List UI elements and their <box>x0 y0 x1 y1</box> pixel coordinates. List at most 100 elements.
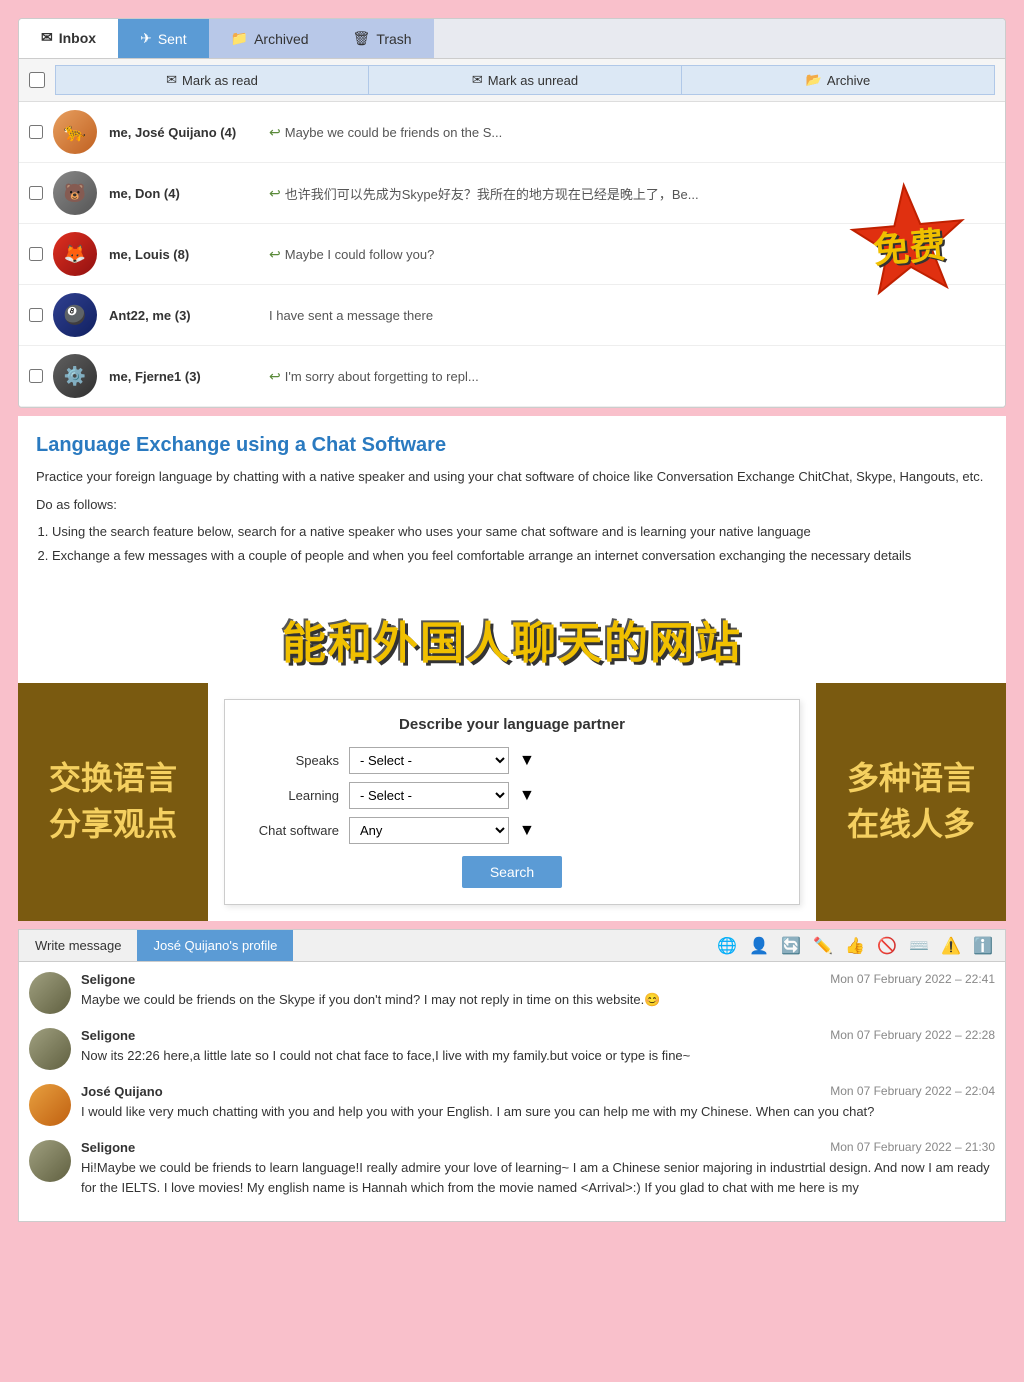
chat-tabs: Write message José Quijano's profile 🌐 👤… <box>19 930 1005 962</box>
tab-archived[interactable]: 📁 Archived <box>209 19 331 58</box>
mark-as-unread-button[interactable]: ✉ Mark as unread <box>368 65 681 95</box>
message-sender: me, Don (4) <box>109 186 269 201</box>
message-preview: ↩ Maybe we could be friends on the S... <box>269 124 502 141</box>
speaks-arrow-icon: ▼ <box>519 752 535 770</box>
chat-meta: Seligone Mon 07 February 2022 – 22:41 <box>81 972 995 987</box>
message-sender: me, José Quijano (4) <box>109 125 269 140</box>
reply-icon: ↩ <box>269 185 281 202</box>
chat-avatar <box>29 1084 71 1126</box>
chat-avatar <box>29 1140 71 1182</box>
speaks-select[interactable]: - Select - <box>349 747 509 774</box>
message-checkbox[interactable] <box>29 308 43 322</box>
chat-sender: José Quijano <box>81 1084 163 1099</box>
tab-inbox[interactable]: ✉ Inbox <box>19 19 118 58</box>
chat-timestamp: Mon 07 February 2022 – 22:04 <box>830 1084 995 1099</box>
user-icon[interactable]: 👤 <box>745 932 773 960</box>
message-checkbox[interactable] <box>29 125 43 139</box>
archived-icon: 📁 <box>231 30 248 47</box>
table-row[interactable]: ⚙️ me, Fjerne1 (3) ↩ I'm sorry about for… <box>19 346 1005 407</box>
list-item: Seligone Mon 07 February 2022 – 22:28 No… <box>29 1028 995 1070</box>
avatar: 🐻 <box>53 171 97 215</box>
edit-icon[interactable]: ✏️ <box>809 932 837 960</box>
chat-timestamp: Mon 07 February 2022 – 21:30 <box>830 1140 995 1155</box>
list-item: José Quijano Mon 07 February 2022 – 22:0… <box>29 1084 995 1126</box>
chat-meta: José Quijano Mon 07 February 2022 – 22:0… <box>81 1084 995 1099</box>
promo-area: 能和外国人聊天的网站 交换语言 分享观点 Describe your langu… <box>18 595 1006 921</box>
message-sender: me, Louis (8) <box>109 247 269 262</box>
list-item: Seligone Mon 07 February 2022 – 22:41 Ma… <box>29 972 995 1014</box>
promo-left-text1: 交换语言 <box>34 758 192 800</box>
chat-content: Seligone Mon 07 February 2022 – 21:30 Hi… <box>81 1140 995 1197</box>
table-row[interactable]: 🐆 me, José Quijano (4) ↩ Maybe we could … <box>19 102 1005 163</box>
message-checkbox[interactable] <box>29 186 43 200</box>
refresh-icon[interactable]: 🔄 <box>777 932 805 960</box>
chat-content: Seligone Mon 07 February 2022 – 22:28 No… <box>81 1028 995 1066</box>
message-preview: I have sent a message there <box>269 308 433 323</box>
lang-steps: Using the search feature below, search f… <box>36 522 988 565</box>
chat-avatar <box>29 1028 71 1070</box>
reply-icon: ↩ <box>269 368 281 385</box>
promo-left-panel: 交换语言 分享观点 <box>18 683 208 921</box>
block-icon[interactable]: 🚫 <box>873 932 901 960</box>
lang-description: Practice your foreign language by chatti… <box>36 467 988 487</box>
language-exchange-section: Language Exchange using a Chat Software … <box>18 416 1006 595</box>
thumbsup-icon[interactable]: 👍 <box>841 932 869 960</box>
inbox-toolbar: ✉ Mark as read ✉ Mark as unread 📂 Archiv… <box>19 59 1005 102</box>
select-all-checkbox[interactable] <box>29 72 45 88</box>
chat-sender: Seligone <box>81 1028 135 1043</box>
keyboard-icon[interactable]: ⌨️ <box>905 932 933 960</box>
archive-icon: 📂 <box>806 72 822 88</box>
avatar: 🐆 <box>53 110 97 154</box>
chat-messages: Seligone Mon 07 February 2022 – 22:41 Ma… <box>19 962 1005 1221</box>
inbox-icon: ✉ <box>41 29 53 46</box>
sent-icon: ✈ <box>140 30 152 47</box>
promo-right-text2: 在线人多 <box>832 804 990 846</box>
tab-write-message[interactable]: Write message <box>19 930 137 961</box>
search-button[interactable]: Search <box>462 856 562 888</box>
table-row[interactable]: 🐻 me, Don (4) ↩ 也许我们可以先成为Skype好友？我所在的地方现… <box>19 163 1005 224</box>
tab-trash[interactable]: 🗑 Trash <box>331 19 434 58</box>
learning-label: Learning <box>249 788 339 803</box>
step-1: Using the search feature below, search f… <box>52 522 988 542</box>
archive-button[interactable]: 📂 Archive <box>681 65 995 95</box>
message-preview: ↩ I'm sorry about forgetting to repl... <box>269 368 479 385</box>
inbox-section: ✉ Inbox ✈ Sent 📁 Archived 🗑 Trash ✉ Mark… <box>18 18 1006 408</box>
partner-form: Describe your language partner Speaks - … <box>224 699 800 905</box>
mark-read-icon: ✉ <box>166 72 177 88</box>
chat-timestamp: Mon 07 February 2022 – 22:41 <box>830 972 995 987</box>
inbox-messages: 🐆 me, José Quijano (4) ↩ Maybe we could … <box>19 102 1005 407</box>
list-item: Seligone Mon 07 February 2022 – 21:30 Hi… <box>29 1140 995 1197</box>
message-preview: ↩ Maybe I could follow you? <box>269 246 434 263</box>
chat-toolbar-icons: 🌐 👤 🔄 ✏️ 👍 🚫 ⌨️ ⚠️ ℹ️ <box>713 932 1005 960</box>
learning-select[interactable]: - Select - <box>349 782 509 809</box>
message-checkbox[interactable] <box>29 369 43 383</box>
chat-meta: Seligone Mon 07 February 2022 – 22:28 <box>81 1028 995 1043</box>
chat-avatar <box>29 972 71 1014</box>
learning-row: Learning - Select - ▼ <box>249 782 775 809</box>
chat-software-select[interactable]: Any <box>349 817 509 844</box>
cn-chat-text: 能和外国人聊天的网站 <box>36 599 988 679</box>
mark-as-read-button[interactable]: ✉ Mark as read <box>55 65 368 95</box>
chat-content: Seligone Mon 07 February 2022 – 22:41 Ma… <box>81 972 995 1010</box>
info-icon[interactable]: ℹ️ <box>969 932 997 960</box>
tab-profile[interactable]: José Quijano's profile <box>137 930 293 961</box>
message-sender: me, Fjerne1 (3) <box>109 369 269 384</box>
chat-software-arrow-icon: ▼ <box>519 822 535 840</box>
inbox-tabs: ✉ Inbox ✈ Sent 📁 Archived 🗑 Trash <box>19 19 1005 59</box>
chat-software-label: Chat software <box>249 823 339 838</box>
promo-form-area: Describe your language partner Speaks - … <box>208 683 816 921</box>
reply-icon: ↩ <box>269 124 281 141</box>
chat-sender: Seligone <box>81 1140 135 1155</box>
mark-unread-icon: ✉ <box>472 72 483 88</box>
chat-text: Maybe we could be friends on the Skype i… <box>81 990 995 1010</box>
warning-icon[interactable]: ⚠️ <box>937 932 965 960</box>
message-checkbox[interactable] <box>29 247 43 261</box>
step-2: Exchange a few messages with a couple of… <box>52 546 988 566</box>
avatar: 🎱 <box>53 293 97 337</box>
globe-icon[interactable]: 🌐 <box>713 932 741 960</box>
table-row[interactable]: 🦊 me, Louis (8) ↩ Maybe I could follow y… <box>19 224 1005 285</box>
tab-sent[interactable]: ✈ Sent <box>118 19 209 58</box>
table-row[interactable]: 🎱 Ant22, me (3) I have sent a message th… <box>19 285 1005 346</box>
chat-section: Write message José Quijano's profile 🌐 👤… <box>18 929 1006 1222</box>
chat-content: José Quijano Mon 07 February 2022 – 22:0… <box>81 1084 995 1122</box>
